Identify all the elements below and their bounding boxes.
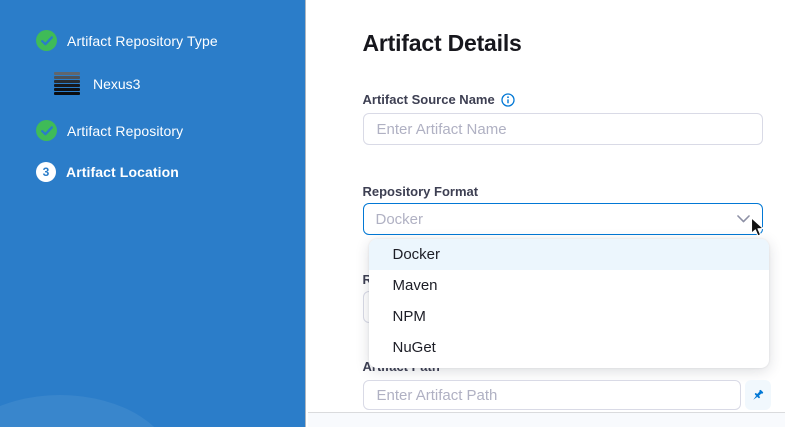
wizard-steps-sidebar: Artifact Repository Type Nexus3 Artifact… [0, 0, 306, 427]
dropdown-option-nuget[interactable]: NuGet [369, 332, 769, 363]
artifact-source-name-label: Artifact Source Name [363, 92, 515, 107]
footer-strip [308, 412, 785, 427]
artifact-path-input[interactable] [363, 380, 741, 410]
check-icon [36, 120, 57, 141]
artifact-source-name-input[interactable] [363, 113, 763, 145]
decorative-circle [0, 395, 175, 427]
nexus3-icon [54, 72, 80, 95]
selected-type-label: Nexus3 [93, 76, 140, 92]
dropdown-option-maven[interactable]: Maven [369, 270, 769, 301]
step-number-badge: 3 [36, 162, 56, 182]
artifact-wizard-screen: Artifact Repository Type Nexus3 Artifact… [0, 0, 785, 427]
page-title: Artifact Details [363, 30, 522, 57]
sidebar-step-artifact-repository-type[interactable]: Artifact Repository Type [36, 30, 218, 51]
pin-icon [750, 388, 765, 403]
check-icon [36, 30, 57, 51]
step-label: Artifact Location [66, 164, 179, 180]
step-label: Artifact Repository [67, 123, 183, 139]
fixed-value-pin-button[interactable] [745, 380, 771, 410]
repository-format-label: Repository Format [363, 184, 479, 199]
selected-format-value: Docker [376, 211, 424, 228]
dropdown-option-docker[interactable]: Docker [369, 239, 769, 270]
sidebar-step-artifact-repository[interactable]: Artifact Repository [36, 120, 183, 141]
dropdown-option-npm[interactable]: NPM [369, 301, 769, 332]
repository-format-dropdown: Docker Maven NPM NuGet [369, 239, 769, 368]
repository-format-select[interactable]: Docker [363, 203, 763, 235]
field-label-text: Artifact Source Name [363, 92, 495, 107]
info-icon[interactable] [501, 93, 515, 107]
step-label: Artifact Repository Type [67, 33, 218, 49]
field-label-text: Repository Format [363, 184, 479, 199]
sidebar-selected-nexus3[interactable]: Nexus3 [54, 72, 140, 95]
artifact-details-panel: Artifact Details Artifact Source Name Re… [308, 0, 785, 427]
chevron-down-icon [737, 215, 750, 223]
sidebar-step-artifact-location[interactable]: 3 Artifact Location [36, 162, 179, 182]
